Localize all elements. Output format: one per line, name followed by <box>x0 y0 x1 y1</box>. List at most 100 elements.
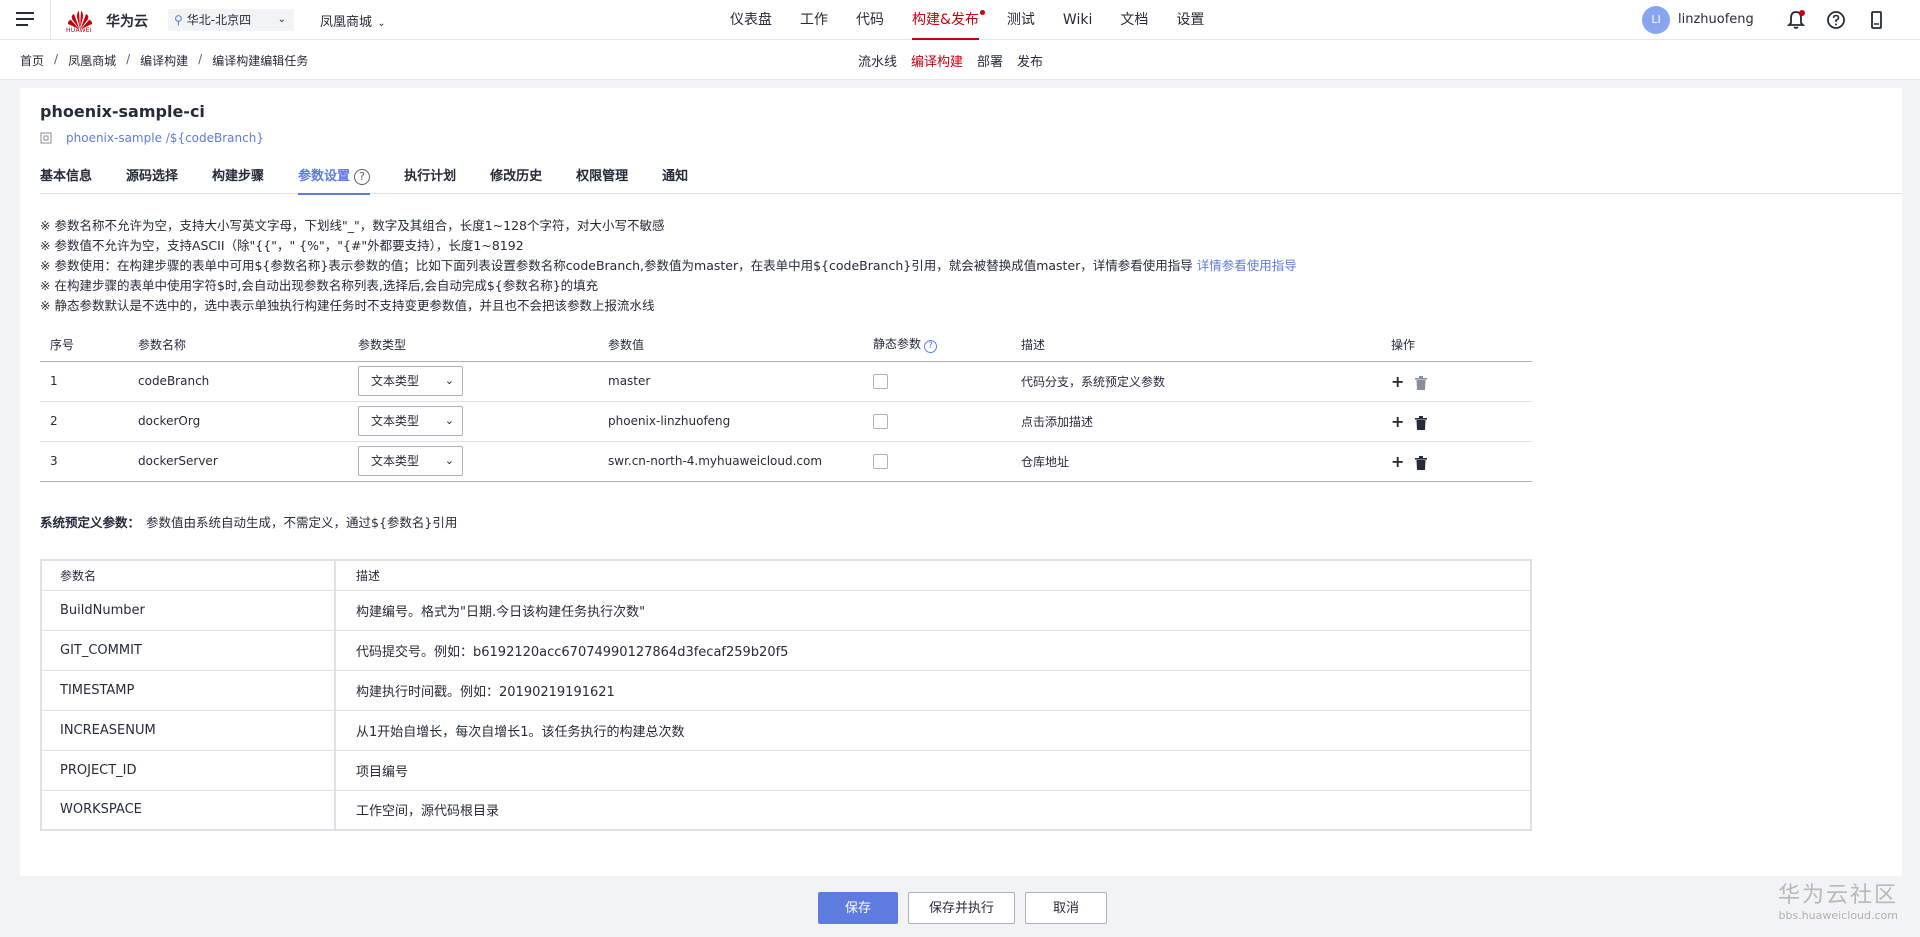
param-desc[interactable]: 代码分支，系统预定义参数 <box>1011 361 1381 402</box>
table-row: INCREASENUM 从1开始自增长，每次自增长1。该任务执行的构建总次数 <box>41 710 1531 751</box>
sub-nav: 流水线 编译构建 部署 发布 <box>858 51 1057 70</box>
cancel-button[interactable]: 取消 <box>1025 892 1108 924</box>
breadcrumb-home[interactable]: 首页 <box>20 52 44 69</box>
row-no: 3 <box>40 441 128 482</box>
nav-docs[interactable]: 文档 <box>1120 0 1148 40</box>
mobile-icon[interactable] <box>1866 10 1886 30</box>
breadcrumb-project[interactable]: 凤凰商城 <box>68 52 116 69</box>
table-row: BuildNumber 构建编号。格式为"日期.今日该构建任务执行次数" <box>41 590 1531 631</box>
sys-param-name: INCREASENUM <box>41 710 336 751</box>
trash-icon[interactable] <box>1415 376 1427 390</box>
nav-test[interactable]: 测试 <box>1007 0 1035 40</box>
param-name[interactable]: dockerOrg <box>128 401 348 442</box>
static-checkbox[interactable] <box>873 373 888 389</box>
repo-info: phoenix-sample /${codeBranch} <box>40 131 264 145</box>
menu-icon[interactable] <box>16 12 34 27</box>
repo-link[interactable]: phoenix-sample /${codeBranch} <box>66 131 264 145</box>
nav-code[interactable]: 代码 <box>856 0 884 40</box>
param-value[interactable]: phoenix-linzhuofeng <box>598 401 863 442</box>
subnav-pipeline[interactable]: 流水线 <box>858 51 897 70</box>
tab-build-steps[interactable]: 构建步骤 <box>212 162 264 194</box>
system-params-table: 参数名 描述 BuildNumber 构建编号。格式为"日期.今日该构建任务执行次… <box>40 559 1532 831</box>
add-icon[interactable]: + <box>1391 372 1405 391</box>
page-title: phoenix-sample-ci <box>40 102 205 121</box>
footer-actions: 保存 保存并执行 取消 <box>818 892 1117 924</box>
actions-cell: + <box>1381 441 1532 482</box>
param-type-select[interactable]: 文本类型 ⌄ <box>358 406 463 436</box>
param-desc[interactable]: 点击添加描述 <box>1011 401 1381 442</box>
sys-param-desc: 工作空间，源代码根目录 <box>335 790 1531 831</box>
sys-param-desc: 代码提交号。例如：b6192120acc67074990127864d3feca… <box>335 630 1531 671</box>
bell-icon[interactable] <box>1786 10 1806 30</box>
param-value[interactable]: swr.cn-north-4.myhuaweicloud.com <box>598 441 863 482</box>
region-label: 华北-北京四 <box>186 13 252 27</box>
chevron-down-icon: ⌄ <box>374 18 386 29</box>
breadcrumb-build[interactable]: 编译构建 <box>140 52 188 69</box>
breadcrumb: 首页 / 凤凰商城 / 编译构建 / 编译构建编辑任务 <box>20 52 308 69</box>
param-name[interactable]: dockerServer <box>128 441 348 482</box>
subnav-release[interactable]: 发布 <box>1017 51 1043 70</box>
help-icon[interactable] <box>1826 10 1846 30</box>
table-row: 1 codeBranch 文本类型 ⌄ master 代码分支，系统预定义参数 + <box>40 361 1532 402</box>
username[interactable]: linzhuofeng <box>1678 12 1754 27</box>
location-pin-icon: ⚲ <box>174 13 183 27</box>
table-header: 参数名 描述 <box>41 560 1531 591</box>
type-cell: 文本类型 ⌄ <box>348 441 598 482</box>
table-row: GIT_COMMIT 代码提交号。例如：b6192120acc6707499012… <box>41 630 1531 671</box>
nav-build-release[interactable]: 构建&发布 <box>912 0 985 40</box>
tab-history[interactable]: 修改历史 <box>490 162 542 194</box>
param-value[interactable]: master <box>598 361 863 402</box>
system-params-title: 系统预定义参数： 参数值由系统自动生成，不需定义，通过${参数名}引用 <box>40 512 457 531</box>
watermark: 华为云社区 bbs.huaweicloud.com <box>1778 877 1898 922</box>
table-row: TIMESTAMP 构建执行时间戳。例如：20190219191621 <box>41 670 1531 711</box>
tab-source[interactable]: 源码选择 <box>126 162 178 194</box>
note-1: ※ 参数名称不允许为空，支持大小写英文字母，下划线"_"，数字及其组合，长度1~… <box>40 218 665 233</box>
note-5: ※ 静态参数默认是不选中的，选中表示单独执行构建任务时不支持变更参数值，并且也不… <box>40 298 655 313</box>
divider <box>50 0 51 40</box>
add-icon[interactable]: + <box>1391 412 1405 431</box>
add-icon[interactable]: + <box>1391 452 1405 471</box>
breadcrumb-separator: / <box>126 52 131 66</box>
avatar[interactable]: LI <box>1642 6 1670 34</box>
type-cell: 文本类型 ⌄ <box>348 361 598 402</box>
save-and-run-button[interactable]: 保存并执行 <box>908 892 1016 924</box>
help-icon[interactable]: ? <box>354 169 371 185</box>
subnav-build[interactable]: 编译构建 <box>911 51 963 70</box>
trash-icon[interactable] <box>1415 456 1427 470</box>
static-cell <box>863 401 1011 442</box>
nav-work[interactable]: 工作 <box>800 0 828 40</box>
col-static-label: 静态参数 <box>873 337 922 352</box>
col-actions: 操作 <box>1381 328 1532 362</box>
project-select[interactable]: 凤凰商城 ⌄ <box>320 11 386 30</box>
tab-permissions[interactable]: 权限管理 <box>576 162 628 194</box>
static-checkbox[interactable] <box>873 413 888 429</box>
sys-param-desc: 构建执行时间戳。例如：20190219191621 <box>335 670 1531 711</box>
region-select[interactable]: ⚲ 华北-北京四 ⌄ <box>168 9 294 31</box>
table-header: 序号 参数名称 参数类型 参数值 静态参数? 描述 操作 <box>40 328 1532 362</box>
param-type-select[interactable]: 文本类型 ⌄ <box>358 366 463 396</box>
param-name[interactable]: codeBranch <box>128 361 348 402</box>
static-cell <box>863 361 1011 402</box>
actions-cell: + <box>1381 361 1532 402</box>
trash-icon[interactable] <box>1415 416 1427 430</box>
help-icon[interactable]: ? <box>924 340 938 354</box>
nav-dashboard[interactable]: 仪表盘 <box>730 0 772 40</box>
breadcrumb-separator: / <box>198 52 203 66</box>
static-checkbox[interactable] <box>873 453 888 469</box>
brand-name[interactable]: 华为云 <box>106 11 148 31</box>
nav-settings[interactable]: 设置 <box>1176 0 1204 40</box>
save-button[interactable]: 保存 <box>818 892 898 924</box>
notes: ※ 参数名称不允许为空，支持大小写英文字母，下划线"_"，数字及其组合，长度1~… <box>40 216 1297 316</box>
subnav-deploy[interactable]: 部署 <box>977 51 1003 70</box>
tab-notifications[interactable]: 通知 <box>662 162 688 194</box>
system-params-subtitle: 参数值由系统自动生成，不需定义，通过${参数名}引用 <box>146 515 458 530</box>
usage-guide-link[interactable]: 详情参看使用指导 <box>1197 258 1297 273</box>
top-bar: HUAWEI 华为云 ⚲ 华北-北京四 ⌄ 凤凰商城 ⌄ 仪表盘 工作 代码 构建… <box>0 0 1920 40</box>
tab-parameters[interactable]: 参数设置? <box>298 162 371 195</box>
nav-wiki[interactable]: Wiki <box>1063 0 1092 40</box>
note-3: ※ 参数使用：在构建步骤的表单中可用${参数名称}表示参数的值；比如下面列表设置… <box>40 256 1297 276</box>
tab-basic-info[interactable]: 基本信息 <box>40 162 92 194</box>
param-desc[interactable]: 仓库地址 <box>1011 441 1381 482</box>
param-type-select[interactable]: 文本类型 ⌄ <box>358 446 463 476</box>
tab-schedule[interactable]: 执行计划 <box>404 162 456 194</box>
